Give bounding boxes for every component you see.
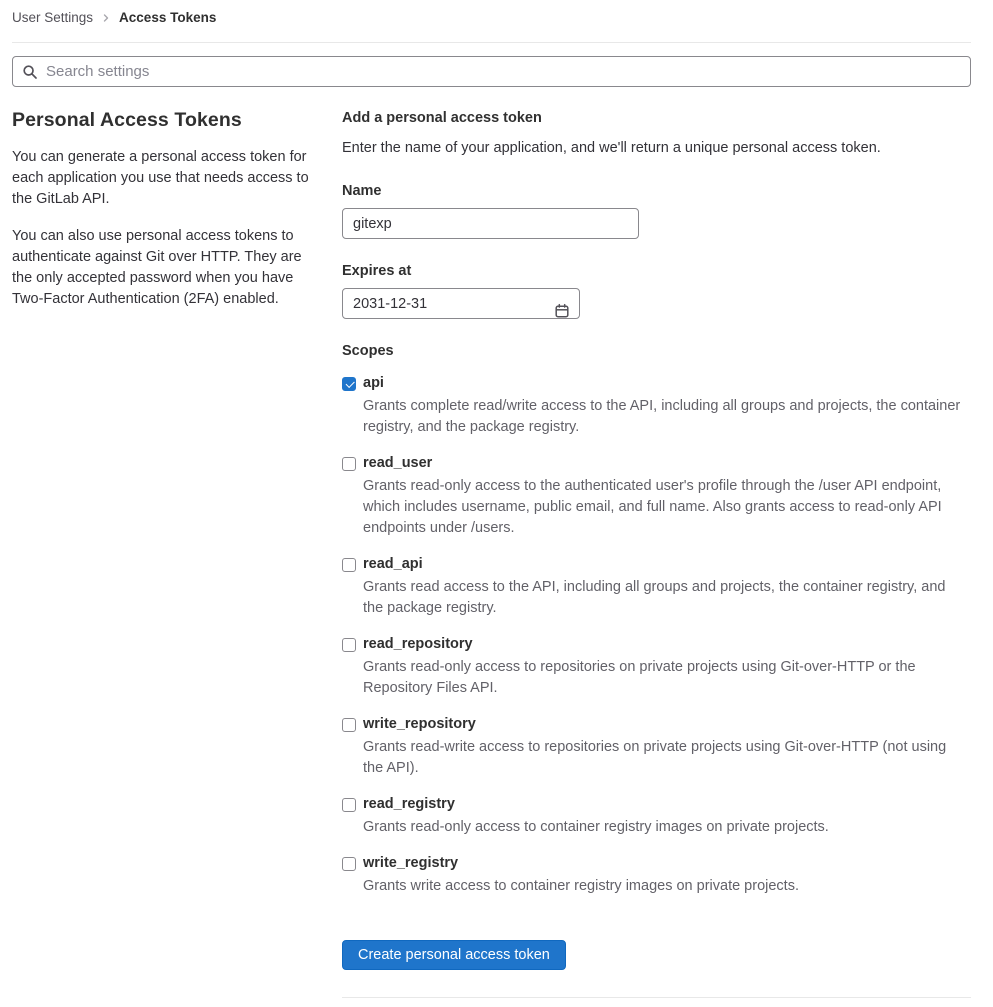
scope-item: read_user Grants read-only access to the…	[342, 454, 971, 539]
form-description: Enter the name of your application, and …	[342, 140, 881, 156]
breadcrumb-user-settings[interactable]: User Settings	[12, 7, 93, 28]
scope-checkbox[interactable]	[342, 557, 356, 572]
scope-row[interactable]: read_user	[342, 454, 971, 473]
breadcrumb-access-tokens: Access Tokens	[119, 10, 217, 25]
scope-item: read_repository Grants read-only access …	[342, 635, 971, 699]
scope-label: api	[363, 375, 384, 391]
search-input[interactable]	[12, 56, 971, 87]
token-name-input[interactable]	[342, 208, 639, 239]
scope-item: read_api Grants read access to the API, …	[342, 555, 971, 619]
scope-checkbox[interactable]	[342, 717, 356, 732]
name-label: Name	[342, 183, 382, 199]
token-form-column: Add a personal access token Enter the na…	[342, 105, 971, 1007]
scope-description: Grants complete read/write access to the…	[363, 398, 961, 435]
scope-row[interactable]: read_registry	[342, 795, 971, 814]
calendar-icon[interactable]	[554, 303, 570, 319]
scope-row[interactable]: read_repository	[342, 635, 971, 654]
scope-checkbox[interactable]	[342, 856, 356, 871]
page-title: Personal Access Tokens	[12, 109, 242, 131]
scope-label: write_registry	[363, 855, 459, 871]
expires-at-field	[342, 288, 580, 319]
search-settings	[12, 56, 971, 87]
scope-label: read_repository	[363, 636, 473, 652]
scope-item: write_repository Grants read-write acces…	[342, 715, 971, 779]
scope-description: Grants read access to the API, including…	[363, 579, 946, 616]
scope-item: api Grants complete read/write access to…	[342, 374, 971, 438]
scope-description: Grants read-only access to the authentic…	[363, 478, 942, 536]
form-title: Add a personal access token	[342, 110, 542, 126]
section-description-column: Personal Access Tokens You can generate …	[12, 105, 324, 1007]
scope-row[interactable]: write_repository	[342, 715, 971, 734]
scope-item: write_registry Grants write access to co…	[342, 854, 971, 897]
scopes-list: api Grants complete read/write access to…	[342, 374, 971, 897]
breadcrumb: User Settings Access Tokens	[12, 0, 971, 28]
section-paragraph-1: You can generate a personal access token…	[12, 149, 309, 207]
scope-label: read_user	[363, 455, 433, 471]
scope-row[interactable]: read_api	[342, 555, 971, 574]
scope-label: read_api	[363, 556, 423, 572]
scopes-label: Scopes	[342, 343, 394, 359]
scope-description: Grants read-only access to repositories …	[363, 659, 916, 696]
search-icon	[22, 64, 38, 80]
scope-description: Grants read-write access to repositories…	[363, 739, 947, 776]
content-columns: Personal Access Tokens You can generate …	[12, 105, 971, 1007]
scope-checkbox[interactable]	[342, 797, 356, 812]
form-bottom-divider	[342, 997, 971, 998]
scope-row[interactable]: api	[342, 374, 971, 393]
scope-label: write_repository	[363, 716, 476, 732]
section-paragraph-2: You can also use personal access tokens …	[12, 228, 302, 307]
scope-checkbox[interactable]	[342, 637, 356, 652]
expires-at-input[interactable]	[342, 288, 580, 319]
scope-description: Grants write access to container registr…	[363, 878, 799, 894]
header-divider	[12, 42, 971, 43]
scope-checkbox[interactable]	[342, 376, 356, 391]
scope-row[interactable]: write_registry	[342, 854, 971, 873]
scope-description: Grants read-only access to container reg…	[363, 819, 829, 835]
chevron-right-icon	[102, 13, 110, 22]
scope-item: read_registry Grants read-only access to…	[342, 795, 971, 838]
scope-label: read_registry	[363, 796, 455, 812]
expires-at-label: Expires at	[342, 263, 412, 279]
settings-page: User Settings Access Tokens Personal Acc…	[0, 0, 993, 1007]
create-token-button[interactable]: Create personal access token	[342, 940, 566, 970]
scope-checkbox[interactable]	[342, 456, 356, 471]
